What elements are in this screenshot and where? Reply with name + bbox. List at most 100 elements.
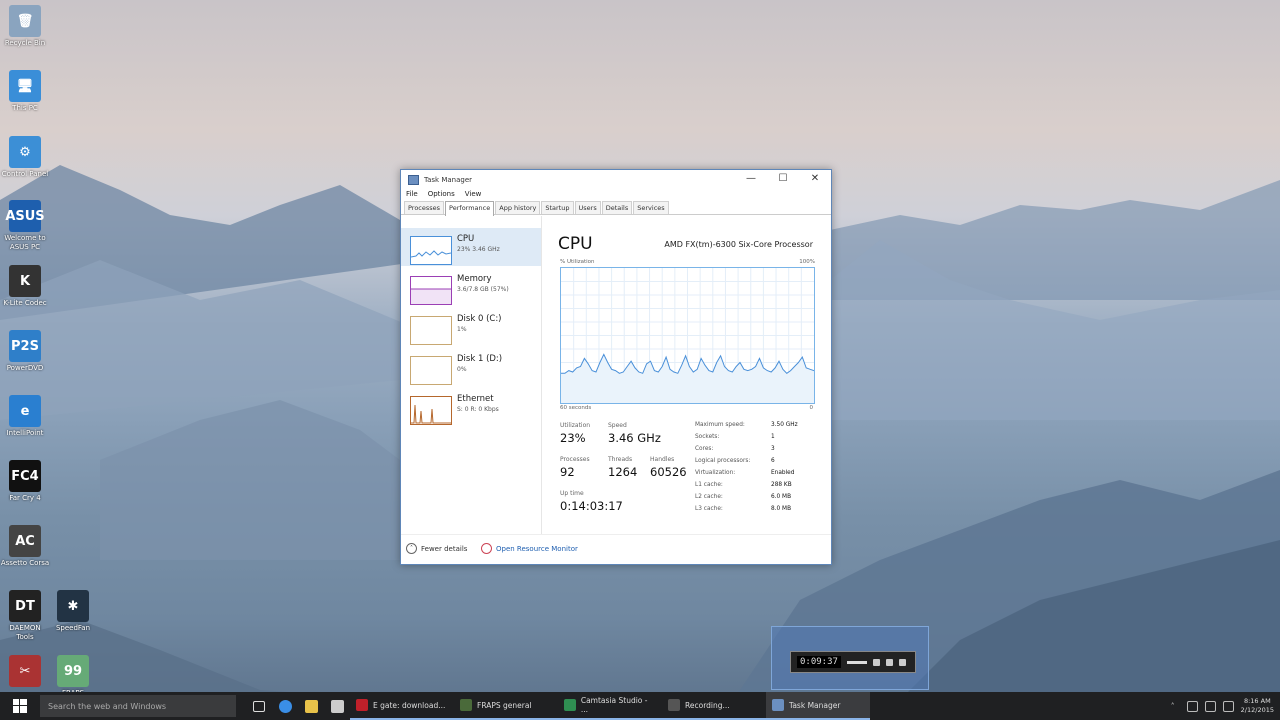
taskbar-app[interactable]: FRAPS general xyxy=(454,692,558,720)
store-icon[interactable] xyxy=(324,692,350,720)
task-view-icon[interactable] xyxy=(246,692,272,720)
notifications-icon[interactable] xyxy=(1222,700,1234,712)
menu-file[interactable]: File xyxy=(406,190,418,201)
desktop-icon[interactable]: 🗑 Recycle Bin xyxy=(0,5,50,48)
spec-value: Enabled xyxy=(771,470,795,476)
menu-options[interactable]: Options xyxy=(428,190,455,201)
sidebar-item-memory[interactable]: Memory 3.6/7.8 GB (57%) xyxy=(401,268,541,306)
fewer-details-button[interactable]: ˄ Fewer details xyxy=(406,543,467,554)
desktop-icon[interactable]: ASUS Welcome to ASUS PC xyxy=(0,200,50,252)
sidebar-label: Disk 1 (D:) xyxy=(457,354,503,364)
disk1-thumbnail xyxy=(410,356,452,385)
stat-label: Up time xyxy=(560,490,584,497)
taskbar: Search the web and Windows E gate: downl… xyxy=(0,692,1280,720)
spec-row: Maximum speed: 3.50 GHz xyxy=(695,422,825,434)
stat-label: Handles xyxy=(650,456,675,463)
disk0-thumbnail xyxy=(410,316,452,345)
desktop-icon[interactable]: ✱ SpeedFan xyxy=(48,590,98,633)
taskbar-app[interactable]: Recording... xyxy=(662,692,766,720)
sidebar-item-cpu[interactable]: CPU 23% 3.46 GHz xyxy=(401,228,541,266)
taskbar-app[interactable]: E gate: download... xyxy=(350,692,454,720)
menu-view[interactable]: View xyxy=(465,190,482,201)
desktop-icon-image: ⚙ xyxy=(9,136,41,168)
clock-time: 8:16 AM xyxy=(1243,697,1271,705)
minimize-button[interactable]: — xyxy=(735,170,767,186)
desktop-icon[interactable]: K K-Lite Codec xyxy=(0,265,50,308)
desktop-icon[interactable]: P2S PowerDVD xyxy=(0,330,50,373)
desktop-icon-image: ✱ xyxy=(57,590,89,622)
desktop-icon[interactable]: 🖥 This PC xyxy=(0,70,50,113)
network-icon[interactable] xyxy=(1186,700,1198,712)
cpu-panel: CPU AMD FX(tm)-6300 Six-Core Processor %… xyxy=(547,216,827,534)
spec-key: L2 cache: xyxy=(695,494,723,500)
edge-browser-icon[interactable] xyxy=(272,692,298,720)
app-label: E gate: download... xyxy=(373,700,446,710)
utilization-axis-label: % Utilization xyxy=(560,259,595,265)
stat-handles: Handles 60526 xyxy=(650,456,687,479)
recording-time: 0:09:37 xyxy=(797,656,841,668)
spec-key: Virtualization: xyxy=(695,470,736,476)
search-box[interactable]: Search the web and Windows xyxy=(40,695,236,717)
tab-users[interactable]: Users xyxy=(574,201,601,214)
tab-app-history[interactable]: App history xyxy=(495,201,541,214)
desktop-icon-label: Welcome to ASUS PC xyxy=(4,234,46,251)
app-label: Recording... xyxy=(685,700,730,710)
stat-label: Threads xyxy=(608,456,633,463)
sidebar-sublabel: 23% 3.46 GHz xyxy=(457,246,500,253)
stat-label: Processes xyxy=(560,456,590,463)
desktop-icon-label: IntelliPoint xyxy=(6,429,44,437)
spec-value: 1 xyxy=(771,434,775,440)
sidebar-item-ethernet[interactable]: Ethernet S: 0 R: 0 Kbps xyxy=(401,388,541,426)
delete-icon[interactable] xyxy=(898,658,906,666)
spec-key: L1 cache: xyxy=(695,482,723,488)
clock-date: 2/12/2015 xyxy=(1240,706,1274,714)
sidebar-item-disk0[interactable]: Disk 0 (C:) 1% xyxy=(401,308,541,346)
tab-performance[interactable]: Performance xyxy=(445,201,495,216)
maximize-button[interactable]: ☐ xyxy=(767,170,799,186)
clock[interactable]: 8:16 AM 2/12/2015 xyxy=(1241,697,1274,715)
tab-services[interactable]: Services xyxy=(633,201,669,214)
stat-label: Utilization xyxy=(560,422,591,429)
tray-expand-icon[interactable]: ˄ xyxy=(1171,702,1180,711)
desktop-icon[interactable]: FC4 Far Cry 4 xyxy=(0,460,50,503)
open-resource-monitor-link[interactable]: Open Resource Monitor xyxy=(481,543,578,554)
spec-row: Virtualization: Enabled xyxy=(695,470,825,482)
spec-value: 288 KB xyxy=(771,482,792,488)
app-label: Task Manager xyxy=(789,700,841,710)
tab-details[interactable]: Details xyxy=(601,201,633,214)
desktop-icon[interactable]: ✂ xyxy=(0,655,50,689)
sidebar-label: CPU xyxy=(457,234,475,244)
taskbar-app[interactable]: Camtasia Studio - ... xyxy=(558,692,662,720)
title-bar[interactable]: Task Manager — ☐ ✕ xyxy=(401,170,831,190)
app-icon xyxy=(460,699,472,711)
desktop-icon-label: K-Lite Codec xyxy=(3,299,47,307)
desktop-icon[interactable]: AC Assetto Corsa xyxy=(0,525,50,568)
app-label: Camtasia Studio - ... xyxy=(580,696,648,714)
task-manager-window[interactable]: Task Manager — ☐ ✕ File Options View Pro… xyxy=(400,169,832,565)
stop-icon[interactable] xyxy=(885,658,893,666)
sidebar-sublabel: 3.6/7.8 GB (57%) xyxy=(457,286,509,293)
desktop-icon[interactable]: e IntelliPoint xyxy=(0,395,50,438)
memory-thumbnail xyxy=(410,276,452,305)
sidebar-item-disk1[interactable]: Disk 1 (D:) 0% xyxy=(401,348,541,386)
desktop-icon[interactable]: DT DAEMON Tools xyxy=(0,590,50,642)
pause-icon[interactable] xyxy=(872,658,880,666)
app-icon xyxy=(356,699,368,711)
volume-icon[interactable] xyxy=(1204,700,1216,712)
app-icon xyxy=(772,699,784,711)
time-axis-zero: 0 xyxy=(809,405,814,411)
file-explorer-icon[interactable] xyxy=(298,692,324,720)
start-button[interactable] xyxy=(0,692,40,720)
close-button[interactable]: ✕ xyxy=(799,170,831,186)
recording-widget[interactable]: 0:09:37 xyxy=(771,626,929,690)
spec-key: Logical processors: xyxy=(695,458,751,464)
taskbar-app[interactable]: Task Manager xyxy=(766,692,870,720)
spec-value: 6.0 MB xyxy=(771,494,792,500)
tab-startup[interactable]: Startup xyxy=(541,201,574,214)
utilization-axis-max: 100% xyxy=(799,259,815,265)
audio-level-icon xyxy=(846,660,867,664)
app-label: FRAPS general xyxy=(477,700,532,710)
desktop-icon-label: Recycle Bin xyxy=(4,39,46,47)
desktop-icon[interactable]: ⚙ Control Panel xyxy=(0,136,50,179)
tab-processes[interactable]: Processes xyxy=(404,201,445,214)
